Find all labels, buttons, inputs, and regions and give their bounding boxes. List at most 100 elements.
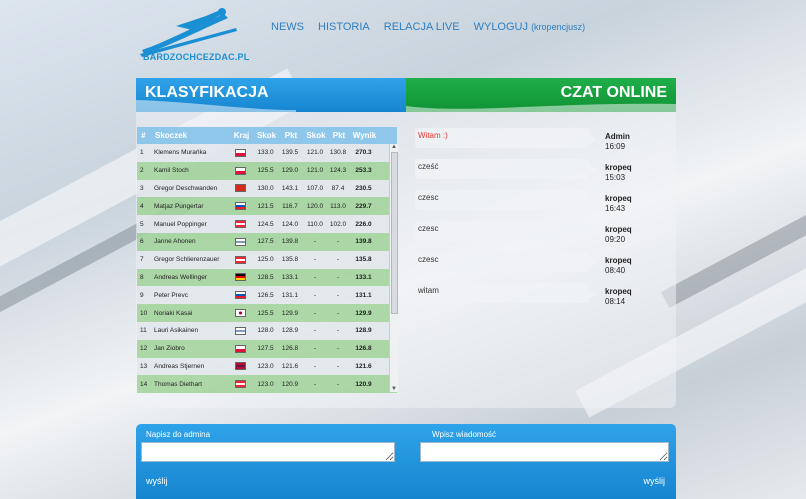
chat-message: witam: [415, 283, 597, 303]
chat-message-text: Witam :): [418, 131, 448, 140]
jump2-distance-cell: -: [313, 256, 317, 264]
nav-relacja-live[interactable]: RELACJA LIVE: [384, 21, 460, 33]
jump1-distance-cell: 124.5: [257, 220, 274, 228]
rank-cell: 10: [140, 309, 148, 317]
jump2-distance-cell: -: [313, 273, 317, 281]
jump2-points-cell: -: [336, 327, 340, 335]
country-cell: [228, 380, 253, 389]
table-row: 7 Gregor Schlierenzauer 125.0 135.8 - - 135.8: [137, 250, 397, 269]
jump2-distance-cell: -: [313, 327, 317, 335]
total-cell: 121.6: [355, 362, 372, 370]
jump1-distance-cell: 127.5: [257, 345, 274, 353]
jump1-distance-cell: 127.5: [257, 238, 274, 246]
jumper-name-cell: Matjaz Pungertar: [154, 202, 204, 210]
flag-icon: [235, 255, 246, 264]
header-wave-decoration: [136, 100, 676, 112]
flag-icon: [235, 326, 246, 335]
jumper-name-cell: Gregor Schlierenzauer: [154, 256, 220, 264]
table-header: # Skoczek Kraj Skok Pkt Skok Pkt Wynik: [137, 127, 397, 144]
jump2-distance-cell: 121.0: [306, 167, 324, 175]
nav-wyloguj-label[interactable]: WYLOGUJ: [474, 21, 528, 33]
jump1-distance-cell: 123.0: [257, 362, 274, 370]
jump2-points-cell: 113.0: [330, 202, 346, 210]
col-header[interactable]: Skok: [254, 131, 279, 140]
chat-time: 15:03: [605, 173, 626, 182]
chat-message: czesc: [415, 252, 597, 272]
send-chat-button[interactable]: wyślij: [644, 476, 666, 486]
col-header[interactable]: Skok: [303, 131, 329, 140]
chat-message: cześć: [415, 159, 597, 179]
admin-message-label: Napisz do admina: [146, 430, 211, 439]
scrollbar-thumb[interactable]: [391, 152, 398, 314]
rank-cell: 12: [140, 345, 148, 353]
jump2-points-cell: 102.0: [329, 220, 347, 228]
chat-message-label: Wpisz wiadomość: [432, 430, 497, 439]
country-cell: [228, 166, 253, 175]
col-header[interactable]: Skoczek: [155, 131, 229, 140]
country-cell: [228, 202, 253, 211]
jump2-points-cell: 124.3: [329, 167, 347, 175]
flag-icon: [235, 344, 246, 353]
chat-message-input[interactable]: [420, 442, 669, 462]
jumper-name-cell: Andreas Stjernen: [154, 362, 205, 370]
jump2-distance-cell: 120.0: [306, 202, 324, 210]
jumper-name-cell: Klemens Murańka: [154, 149, 207, 157]
country-cell: [228, 220, 253, 229]
col-header[interactable]: Pkt: [329, 131, 349, 140]
jump1-distance-cell: 125.0: [257, 256, 274, 264]
jump1-distance-cell: 121.5: [257, 202, 274, 210]
col-header[interactable]: #: [137, 131, 155, 140]
nav-historia[interactable]: HISTORIA: [318, 21, 370, 33]
rank-cell: 4: [140, 202, 144, 210]
col-header[interactable]: Pkt: [279, 131, 303, 140]
col-header[interactable]: Kraj: [229, 131, 254, 140]
jump1-points-cell: 131.1: [281, 291, 299, 299]
total-cell: 135.8: [355, 256, 372, 264]
chat-author: kropeq 09:20: [605, 225, 632, 245]
jump1-points-cell: 139.8: [281, 238, 299, 246]
message-form: Napisz do admina wyślij Wpisz wiadomość …: [136, 424, 676, 499]
flag-icon: [235, 380, 246, 389]
jump1-points-cell: 143.1: [281, 184, 299, 192]
total-cell: 131.1: [355, 291, 372, 299]
total-cell: 128.9: [355, 327, 372, 335]
send-admin-button[interactable]: wyślij: [146, 476, 168, 486]
chat-author-name: kropeq: [605, 163, 632, 172]
table-row: 1 Klemens Murańka 133.0 139.5 121.0 130.8 270.…: [137, 144, 397, 162]
bubble-tail-icon: [589, 196, 597, 206]
jump1-points-cell: 121.6: [281, 362, 299, 370]
col-header[interactable]: Wynik: [349, 131, 380, 140]
jump1-distance-cell: 128.5: [257, 273, 274, 281]
table-row: 4 Matjaz Pungertar 121.5 116.7 120.0 113.0 229…: [137, 197, 397, 216]
country-cell: [228, 184, 253, 193]
chat-time: 16:09: [605, 142, 626, 151]
jump2-distance-cell: 107.0: [306, 184, 324, 192]
jumper-name-cell: Kamil Stoch: [154, 167, 189, 175]
country-cell: [228, 291, 253, 300]
jump1-points-cell: 129.0: [281, 167, 299, 175]
rank-cell: 3: [140, 184, 144, 192]
jumper-name-cell: Lauri Asikainen: [154, 327, 199, 335]
table-scrollbar[interactable]: ▲ ▼: [389, 144, 398, 392]
table-row: 11 Lauri Asikainen 128.0 128.9 - - 128.9: [137, 321, 397, 340]
chat-author: kropeq 16:43: [605, 194, 632, 214]
chat-author: Admin 16:09: [605, 132, 630, 152]
jump1-points-cell: 126.8: [281, 345, 299, 353]
total-cell: 226.0: [355, 220, 372, 228]
rank-cell: 8: [140, 273, 144, 281]
logo-text[interactable]: BARDZOCHCEZDAC.PL: [143, 52, 249, 62]
jump2-points-cell: -: [336, 273, 340, 281]
nav-wyloguj[interactable]: WYLOGUJ (kropencjusz): [474, 21, 586, 33]
flag-icon: [235, 220, 246, 229]
scroll-up-icon[interactable]: ▲: [391, 144, 397, 150]
jump2-points-cell: -: [336, 238, 340, 246]
bubble-tail-icon: [589, 227, 597, 237]
chat-message-text: witam: [418, 286, 439, 295]
total-cell: 253.3: [355, 167, 372, 175]
jump2-points-cell: -: [336, 362, 340, 370]
nav-news[interactable]: NEWS: [271, 21, 304, 33]
country-cell: [228, 237, 253, 246]
table-row: 13 Andreas Stjernen 123.0 121.6 - - 121.6: [137, 357, 397, 376]
admin-message-input[interactable]: [141, 442, 395, 462]
scroll-down-icon[interactable]: ▼: [391, 386, 397, 392]
